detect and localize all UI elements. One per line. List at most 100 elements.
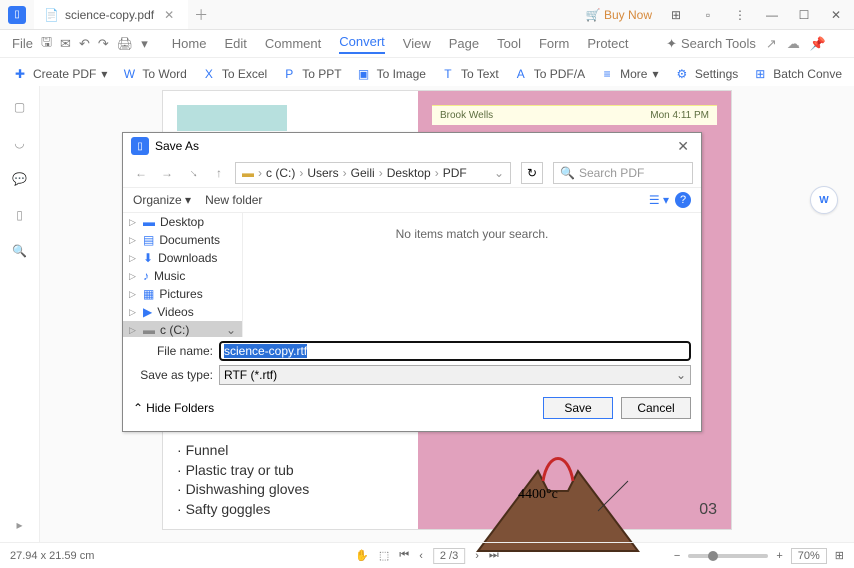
chevron-right-icon[interactable]: ▷ <box>129 253 136 264</box>
select-tool-icon[interactable]: ⬚ <box>379 549 389 562</box>
tab-convert[interactable]: Convert <box>339 34 385 54</box>
hand-tool-icon[interactable]: ✋ <box>355 549 369 562</box>
folder-tree[interactable]: ▷▬Desktop ▷▤Documents ▷⬇Downloads ▷♪Musi… <box>123 213 243 337</box>
tab-tool[interactable]: Tool <box>497 36 521 51</box>
tree-item[interactable]: ▷▦Pictures <box>123 285 242 303</box>
save-icon[interactable]: 🖫 <box>41 33 52 55</box>
to-text-button[interactable]: TTo Text <box>440 66 499 82</box>
expand-sidebar-icon[interactable]: ▸ <box>16 518 22 532</box>
create-pdf-button[interactable]: ✚Create PDF ▾ <box>12 66 107 82</box>
mail-icon[interactable]: ✉ <box>60 36 71 52</box>
app-menu-icon[interactable]: ▫ <box>694 3 722 27</box>
save-button[interactable]: Save <box>543 397 613 419</box>
zoom-out-button[interactable]: − <box>674 550 680 562</box>
widget-icon[interactable]: ⊞ <box>662 3 690 27</box>
up-button[interactable]: ↑ <box>209 163 229 183</box>
chevron-right-icon[interactable]: ▷ <box>129 325 136 336</box>
zoom-in-button[interactable]: + <box>776 550 782 562</box>
dialog-close-button[interactable]: ✕ <box>673 138 693 155</box>
view-options-button[interactable]: ☰ ▾ <box>649 193 669 207</box>
minimize-button[interactable]: — <box>758 3 786 27</box>
tab-protect[interactable]: Protect <box>587 36 628 51</box>
hide-folders-toggle[interactable]: ⌃Hide Folders <box>133 401 214 415</box>
tree-item[interactable]: ▷▶Videos <box>123 303 242 321</box>
folder-search-input[interactable]: 🔍 Search PDF <box>553 162 693 184</box>
last-page-button[interactable]: ⏭ <box>489 549 499 562</box>
save-type-dropdown[interactable]: RTF (*.rtf) ⌄ <box>219 365 691 385</box>
tab-form[interactable]: Form <box>539 36 569 51</box>
chevron-down-icon[interactable]: ⌄ <box>226 323 236 337</box>
to-word-button[interactable]: WTo Word <box>121 66 186 82</box>
redo-icon[interactable]: ↷ <box>98 36 109 52</box>
refresh-button[interactable]: ↻ <box>521 162 543 184</box>
attachment-panel-icon[interactable]: ▯ <box>16 208 23 222</box>
slider-thumb[interactable] <box>708 551 718 561</box>
zoom-level[interactable]: 70% <box>791 548 827 564</box>
tab-comment[interactable]: Comment <box>265 36 321 51</box>
zoom-slider[interactable] <box>688 554 768 558</box>
sticky-note[interactable]: Brook Wells Mon 4:11 PM <box>432 105 717 125</box>
cancel-button[interactable]: Cancel <box>621 397 691 419</box>
settings-button[interactable]: ⚙Settings <box>674 66 738 82</box>
tab-home[interactable]: Home <box>172 36 207 51</box>
tree-item-selected[interactable]: ▷▬c (C:)⌄ <box>123 321 242 337</box>
chevron-right-icon[interactable]: ▷ <box>129 289 136 300</box>
thumbnail-panel-icon[interactable]: ▢ <box>14 100 25 114</box>
chevron-right-icon[interactable]: ▷ <box>129 235 136 246</box>
breadcrumb-item[interactable]: PDF <box>443 166 467 180</box>
file-name-input[interactable] <box>219 341 691 361</box>
to-excel-button[interactable]: XTo Excel <box>201 66 267 82</box>
tab-edit[interactable]: Edit <box>224 36 246 51</box>
address-breadcrumb[interactable]: ▬ › c (C:)› Users› Geili› Desktop› PDF ⌄ <box>235 162 511 184</box>
page-indicator[interactable]: 2 /3 <box>433 548 465 564</box>
breadcrumb-item[interactable]: Users <box>307 166 338 180</box>
search-tools[interactable]: ✦ Search Tools <box>666 36 756 52</box>
external-link-icon[interactable]: ↗ <box>766 36 777 52</box>
recent-locations-dropdown[interactable]: ↓ <box>179 159 207 187</box>
bookmark-panel-icon[interactable]: ◡ <box>14 136 24 150</box>
kebab-menu-icon[interactable]: ⋮ <box>726 3 754 27</box>
breadcrumb-item[interactable]: c (C:) <box>266 166 295 180</box>
document-tab[interactable]: 📄 science-copy.pdf ✕ <box>34 0 188 29</box>
close-tab-icon[interactable]: ✕ <box>160 8 178 22</box>
chevron-right-icon[interactable]: ▷ <box>129 307 136 318</box>
pin-icon[interactable]: 📌 <box>810 36 826 52</box>
comment-panel-icon[interactable]: 💬 <box>12 172 27 186</box>
next-page-button[interactable]: › <box>475 550 479 562</box>
quickbar-more-icon[interactable]: ▾ <box>141 36 148 52</box>
to-image-button[interactable]: ▣To Image <box>356 66 426 82</box>
quick-word-convert-button[interactable]: W <box>810 186 838 214</box>
fit-page-button[interactable]: ⊞ <box>835 549 844 562</box>
to-ppt-button[interactable]: PTo PPT <box>281 66 341 82</box>
print-icon[interactable]: 🖨 <box>117 36 134 52</box>
chevron-right-icon[interactable]: ▷ <box>129 271 136 282</box>
tree-item[interactable]: ▷♪Music <box>123 267 242 285</box>
back-button[interactable]: ← <box>131 163 151 183</box>
undo-icon[interactable]: ↶ <box>79 36 90 52</box>
new-tab-button[interactable]: ＋ <box>194 5 208 25</box>
help-button[interactable]: ? <box>675 192 691 208</box>
maximize-button[interactable]: ☐ <box>790 3 818 27</box>
prev-page-button[interactable]: ‹ <box>419 550 423 562</box>
search-panel-icon[interactable]: 🔍 <box>12 244 27 258</box>
forward-button[interactable]: → <box>157 163 177 183</box>
tree-item[interactable]: ▷▤Documents <box>123 231 242 249</box>
file-menu[interactable]: File <box>12 36 33 51</box>
breadcrumb-dropdown-icon[interactable]: ⌄ <box>494 166 504 180</box>
new-folder-button[interactable]: New folder <box>205 193 262 207</box>
first-page-button[interactable]: ⏮ <box>399 549 409 562</box>
tab-view[interactable]: View <box>403 36 431 51</box>
close-window-button[interactable]: ✕ <box>822 3 850 27</box>
file-list-area[interactable]: No items match your search. <box>243 213 701 337</box>
breadcrumb-item[interactable]: Desktop <box>387 166 431 180</box>
tree-item[interactable]: ▷▬Desktop <box>123 213 242 231</box>
breadcrumb-item[interactable]: Geili <box>351 166 375 180</box>
tree-item[interactable]: ▷⬇Downloads <box>123 249 242 267</box>
more-button[interactable]: ≡More ▾ <box>599 66 658 82</box>
batch-convert-button[interactable]: ⊞Batch Conve <box>752 66 842 82</box>
buy-now-link[interactable]: 🛒 Buy Now <box>580 8 658 22</box>
organize-dropdown[interactable]: Organize ▾ <box>133 193 191 207</box>
cloud-icon[interactable]: ☁ <box>787 36 800 52</box>
tab-page[interactable]: Page <box>449 36 479 51</box>
to-pdfa-button[interactable]: ATo PDF/A <box>513 66 585 82</box>
